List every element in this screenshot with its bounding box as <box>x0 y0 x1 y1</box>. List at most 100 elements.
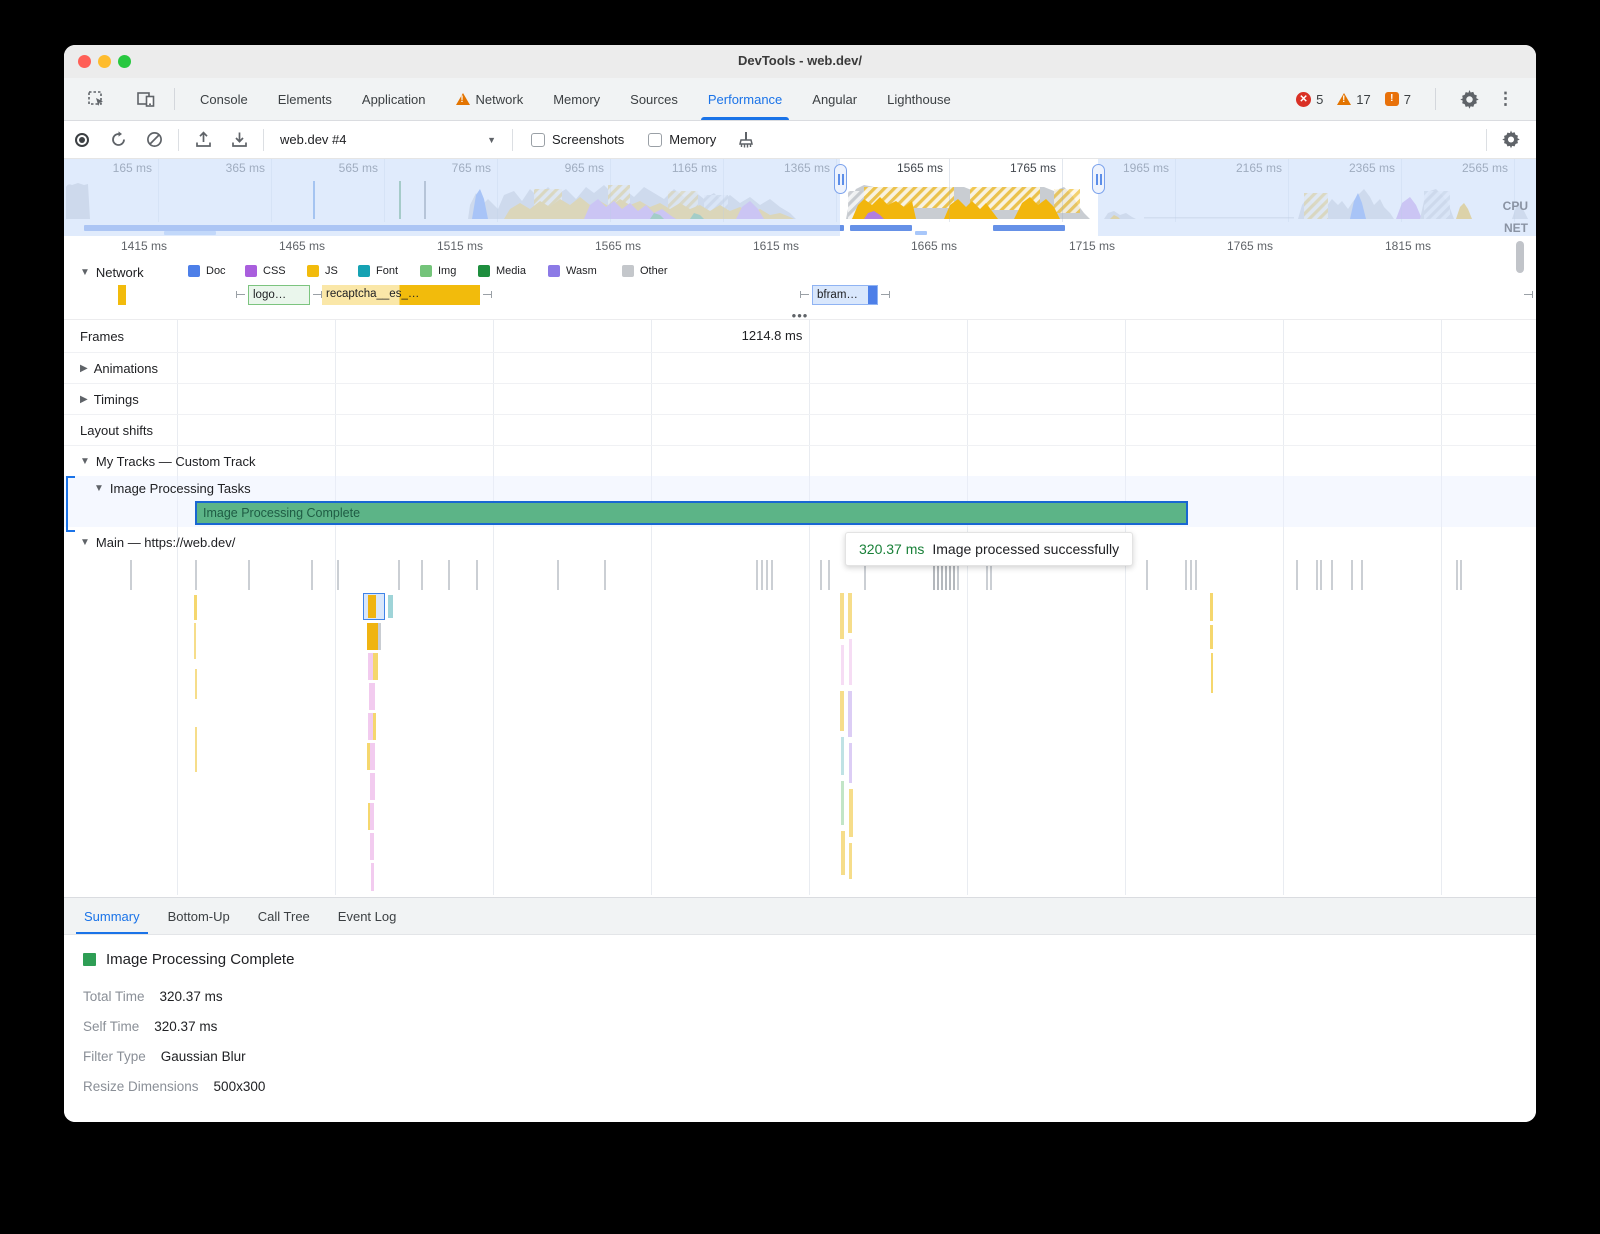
flame-call-bar[interactable] <box>373 653 378 680</box>
details-tab-summary[interactable]: Summary <box>70 898 154 934</box>
flame-call-bar[interactable] <box>840 593 844 639</box>
main-thread-flame-chart[interactable] <box>64 557 1536 895</box>
more-options-kebab-icon[interactable]: ⋮ <box>1493 89 1526 109</box>
flame-event-tick[interactable] <box>1316 560 1318 590</box>
flame-call-bar[interactable] <box>849 743 852 783</box>
tab-console[interactable]: Console <box>185 78 263 120</box>
flame-call-bar[interactable] <box>841 737 844 775</box>
flame-event-tick[interactable] <box>1320 560 1322 590</box>
flame-event-tick[interactable] <box>756 560 758 590</box>
flame-event-tick[interactable] <box>195 560 197 590</box>
network-request-bar[interactable]: recaptcha__es_… <box>322 285 480 305</box>
tab-angular[interactable]: Angular <box>797 78 872 120</box>
flame-call-bar[interactable] <box>370 833 374 860</box>
flame-event-tick[interactable] <box>1185 560 1187 590</box>
error-count-badge[interactable]: ✕5 <box>1296 92 1323 107</box>
flame-event-tick[interactable] <box>1361 560 1363 590</box>
tab-performance[interactable]: Performance <box>693 78 797 120</box>
flame-event-tick[interactable] <box>421 560 423 590</box>
reload-and-record-button[interactable] <box>109 131 127 149</box>
flame-call-bar[interactable] <box>841 645 844 685</box>
flame-event-tick[interactable] <box>1331 560 1333 590</box>
my-tracks-row[interactable]: ▼My Tracks — Custom Track <box>64 446 1536 476</box>
issues-count-badge[interactable]: !7 <box>1385 92 1411 107</box>
inspect-element-icon[interactable] <box>87 90 105 108</box>
flame-call-bar[interactable] <box>841 831 845 875</box>
flame-call-bar[interactable] <box>195 727 197 772</box>
flame-event-tick[interactable] <box>1190 560 1192 590</box>
details-tab-bottom-up[interactable]: Bottom-Up <box>154 898 244 934</box>
memory-checkbox[interactable]: Memory <box>648 132 716 147</box>
flame-event-tick[interactable] <box>248 560 250 590</box>
flame-call-bar[interactable] <box>849 639 852 685</box>
flame-event-tick[interactable] <box>476 560 478 590</box>
tab-memory[interactable]: Memory <box>538 78 615 120</box>
timeline-overview[interactable]: 165 ms365 ms565 ms765 ms965 ms1165 ms136… <box>64 159 1536 236</box>
device-toolbar-icon[interactable] <box>137 90 155 108</box>
flame-event-tick[interactable] <box>761 560 763 590</box>
flame-call-bar[interactable] <box>195 669 197 699</box>
flame-event-tick[interactable] <box>1146 560 1148 590</box>
clear-recording-icon[interactable] <box>145 131 163 149</box>
network-request-bar[interactable]: logo… <box>248 285 310 305</box>
collect-garbage-icon[interactable] <box>737 131 755 149</box>
warning-count-badge[interactable]: 17 <box>1337 92 1370 107</box>
upload-profile-icon[interactable] <box>194 131 212 149</box>
flame-event-tick[interactable] <box>1456 560 1458 590</box>
flame-call-bar[interactable] <box>373 713 376 740</box>
flame-call-bar[interactable] <box>368 595 376 618</box>
flame-event-tick[interactable] <box>604 560 606 590</box>
flame-event-tick[interactable] <box>766 560 768 590</box>
flame-call-bar[interactable] <box>848 691 852 737</box>
flame-call-bar[interactable] <box>1210 593 1213 621</box>
flame-event-tick[interactable] <box>130 560 132 590</box>
flame-call-bar[interactable] <box>371 863 374 891</box>
network-request-bar[interactable]: bfram… <box>812 285 878 305</box>
flame-call-bar[interactable] <box>388 595 393 618</box>
screenshots-checkbox[interactable]: Screenshots <box>531 132 624 147</box>
record-button[interactable] <box>73 131 91 149</box>
track-resize-handle[interactable]: ••• <box>64 307 1536 320</box>
flame-event-tick[interactable] <box>1195 560 1197 590</box>
network-track-header[interactable]: ▼ Network <box>80 265 144 280</box>
flame-event-tick[interactable] <box>820 560 822 590</box>
network-request-bar[interactable] <box>118 285 126 305</box>
image-processing-tasks-row[interactable]: ▼Image Processing Tasks <box>64 476 1536 501</box>
tab-network[interactable]: Network <box>441 78 539 120</box>
image-processing-complete-event-bar[interactable]: Image Processing Complete <box>195 501 1188 525</box>
selection-handle-right[interactable] <box>1092 164 1105 194</box>
flame-call-bar[interactable] <box>848 593 852 633</box>
flame-event-tick[interactable] <box>771 560 773 590</box>
flame-call-bar[interactable] <box>841 781 844 825</box>
history-dropdown[interactable]: web.dev #4▼ <box>270 132 506 147</box>
flame-event-tick[interactable] <box>557 560 559 590</box>
flame-call-bar[interactable] <box>849 843 852 879</box>
timings-track-row[interactable]: ▶Timings <box>64 384 1536 415</box>
main-thread-track-row[interactable]: ▼Main — https://web.dev/ <box>64 527 1536 557</box>
flame-call-bar[interactable] <box>370 743 375 770</box>
flame-event-tick[interactable] <box>1351 560 1353 590</box>
vertical-scrollbar-thumb[interactable] <box>1516 241 1524 273</box>
flame-event-tick[interactable] <box>1296 560 1298 590</box>
tab-elements[interactable]: Elements <box>263 78 347 120</box>
settings-gear-icon[interactable] <box>1460 90 1479 109</box>
flame-event-tick[interactable] <box>448 560 450 590</box>
flame-call-bar[interactable] <box>849 789 853 837</box>
flame-call-bar[interactable] <box>370 773 375 800</box>
tab-sources[interactable]: Sources <box>615 78 693 120</box>
details-tab-event-log[interactable]: Event Log <box>324 898 411 934</box>
flame-call-bar[interactable] <box>369 683 375 710</box>
flame-call-bar[interactable] <box>1211 653 1213 693</box>
selection-handle-left[interactable] <box>834 164 847 194</box>
flame-event-tick[interactable] <box>398 560 400 590</box>
flame-event-tick[interactable] <box>828 560 830 590</box>
flame-call-bar[interactable] <box>378 623 381 650</box>
flame-call-bar[interactable] <box>194 623 196 659</box>
flame-event-tick[interactable] <box>311 560 313 590</box>
download-profile-icon[interactable] <box>230 131 248 149</box>
flame-call-bar[interactable] <box>1210 625 1213 649</box>
flame-call-bar[interactable] <box>367 623 378 650</box>
animations-track-row[interactable]: ▶Animations <box>64 353 1536 384</box>
flame-event-tick[interactable] <box>1460 560 1462 590</box>
flame-call-bar[interactable] <box>370 803 374 830</box>
